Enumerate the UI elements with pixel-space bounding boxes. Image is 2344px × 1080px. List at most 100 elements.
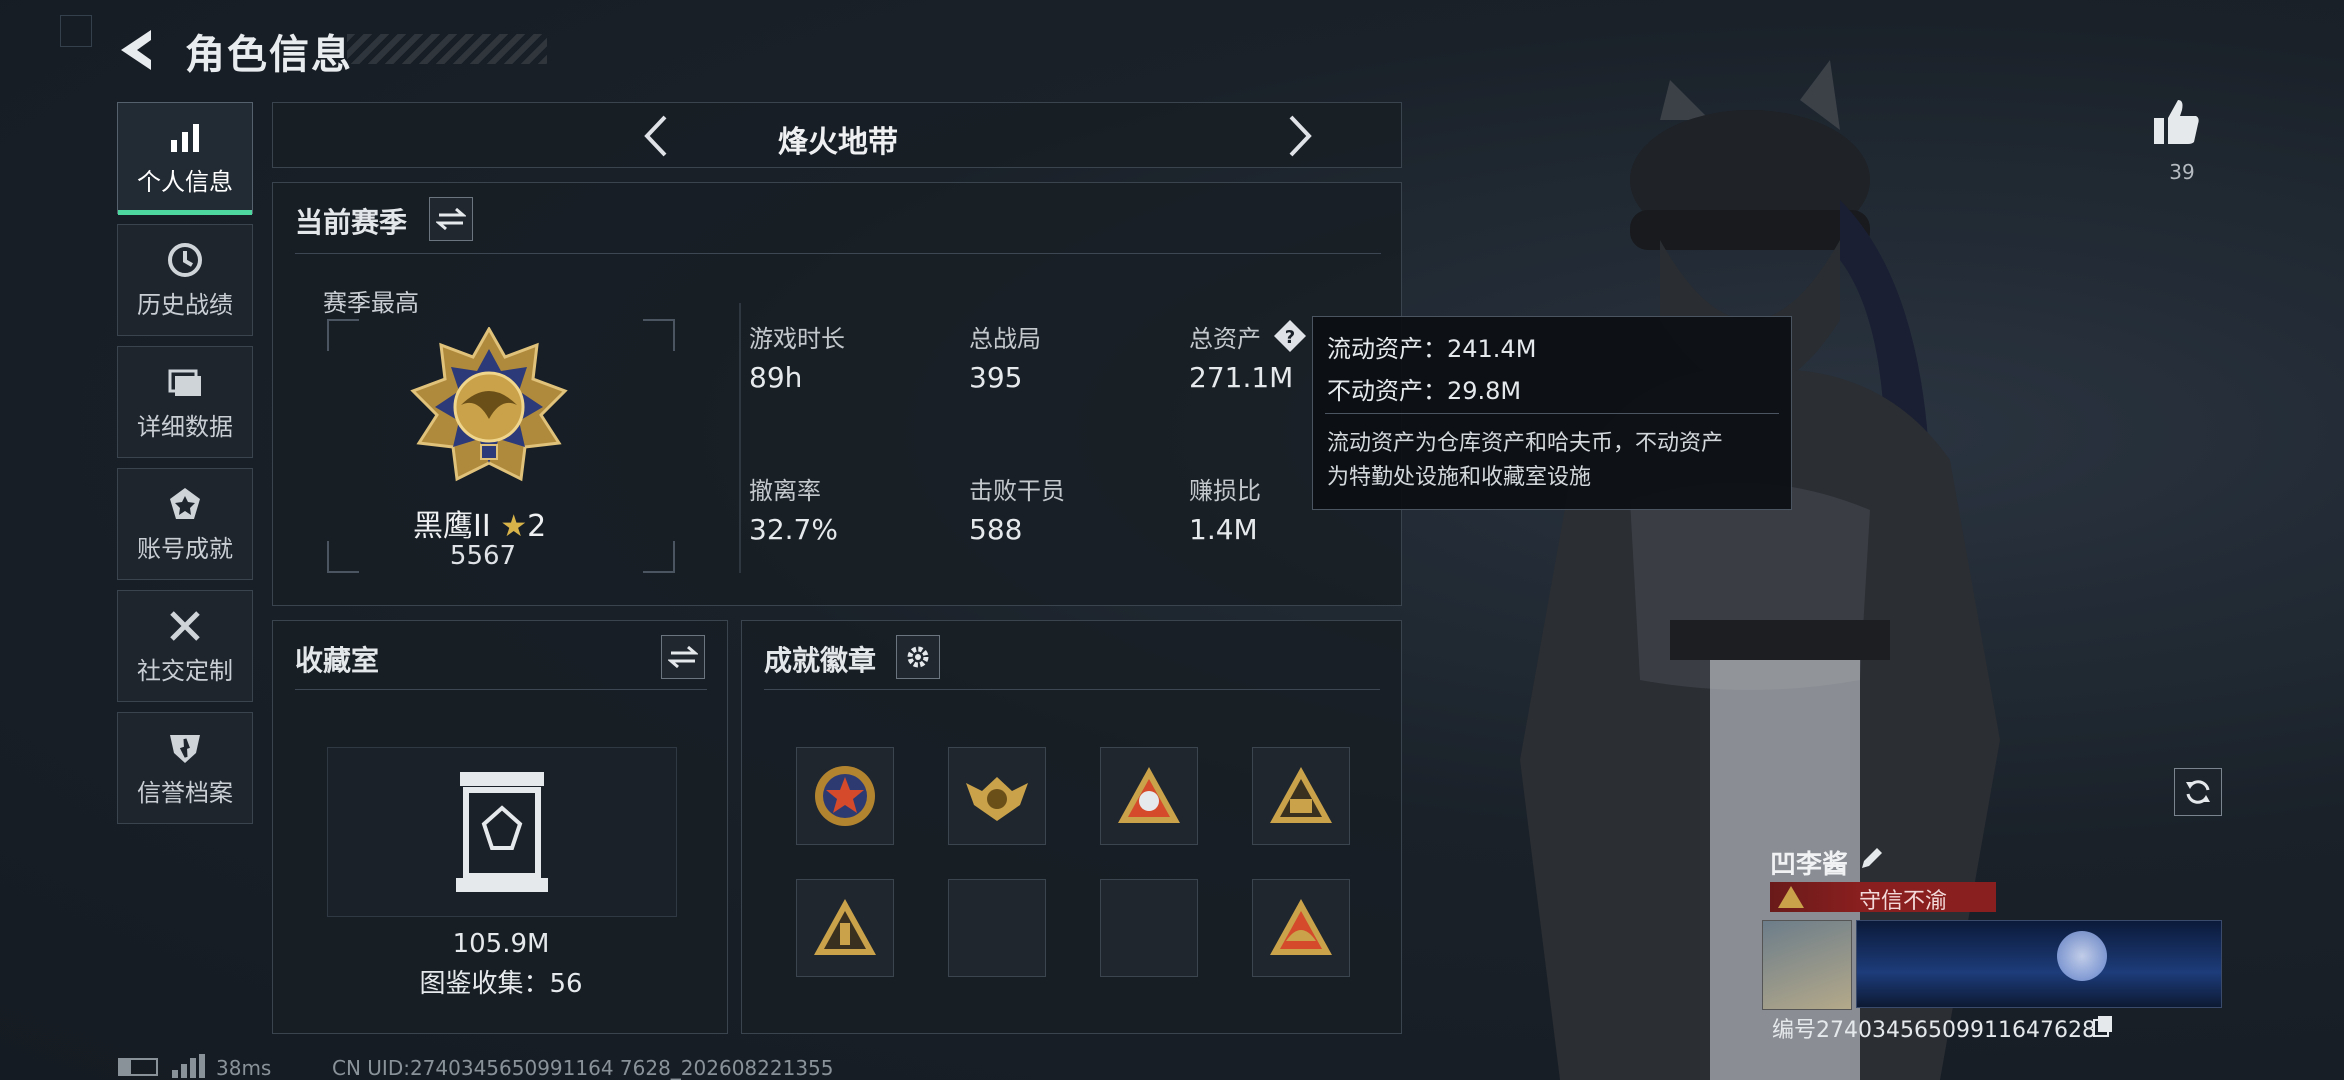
ping-text: 38ms bbox=[216, 1056, 272, 1080]
nav-label: 详细数据 bbox=[137, 412, 233, 441]
like-button[interactable] bbox=[2150, 96, 2210, 156]
player-name: 凹李酱 bbox=[1770, 850, 1849, 880]
tooltip-fixed: 不动资产：29.8M bbox=[1327, 377, 1522, 405]
nav-reputation[interactable]: 信誉档案 bbox=[117, 712, 253, 824]
badge-star-icon bbox=[815, 766, 875, 826]
thumbs-up-icon bbox=[2154, 100, 2199, 144]
folder-icon bbox=[168, 369, 201, 396]
title-badge-text: 守信不渝 bbox=[1858, 889, 1947, 914]
rotate-button[interactable] bbox=[2174, 768, 2222, 816]
moon-decoration bbox=[2057, 931, 2107, 981]
badges-title: 成就徽章 bbox=[764, 644, 877, 677]
frame-corner bbox=[643, 319, 675, 351]
player-id: 编号2740345650991164762​8 bbox=[1772, 1018, 2096, 1043]
edit-name-button[interactable] bbox=[1858, 844, 1888, 874]
badge-slot-empty[interactable] bbox=[1100, 879, 1198, 977]
frame-corner bbox=[327, 319, 359, 351]
stat-label: 击败干员 bbox=[969, 477, 1065, 505]
stat-label: 撤离率 bbox=[749, 477, 821, 505]
nav-label: 社交定制 bbox=[137, 656, 233, 685]
pencil-icon bbox=[1862, 848, 1882, 868]
badge-slot[interactable] bbox=[1252, 879, 1350, 977]
divider bbox=[739, 303, 741, 573]
svg-text:?: ? bbox=[1285, 327, 1295, 348]
badge-slot[interactable] bbox=[1100, 747, 1198, 845]
stat-value: 395 bbox=[969, 361, 1023, 394]
signal-icon bbox=[172, 1054, 205, 1078]
header: 角色信息 bbox=[115, 20, 575, 80]
nav-label: 信誉档案 bbox=[137, 778, 233, 807]
history-icon bbox=[168, 242, 202, 277]
season-title: 当前赛季 bbox=[295, 206, 408, 239]
nav-social-custom[interactable]: 社交定制 bbox=[117, 590, 253, 702]
reputation-icon bbox=[170, 734, 200, 763]
nav-label: 个人信息 bbox=[137, 167, 233, 196]
collection-count: 图鉴收集：56 bbox=[419, 969, 583, 999]
player-card: 凹李酱 守信不渝 编号2740345650991164762​8 bbox=[1762, 838, 2222, 1048]
tooltip-desc-line2: 为特勤处设施和收藏室设施 bbox=[1327, 465, 1592, 490]
badge-squad-icon bbox=[1270, 767, 1332, 823]
badge-eagle-icon bbox=[966, 777, 1028, 821]
active-indicator bbox=[118, 210, 252, 215]
like-count: 39 bbox=[2169, 160, 2195, 184]
star-icon: ★ bbox=[500, 509, 528, 544]
badge-slot[interactable] bbox=[1252, 747, 1350, 845]
divider bbox=[764, 689, 1380, 690]
nav-label: 账号成就 bbox=[137, 534, 233, 563]
corner-decoration bbox=[60, 15, 92, 47]
rank-score: 5567 bbox=[449, 541, 517, 571]
rank-name: 黑鹰II ★2 bbox=[413, 501, 546, 545]
divider bbox=[1325, 413, 1779, 414]
badge-slot[interactable] bbox=[796, 879, 894, 977]
divider bbox=[295, 253, 1381, 254]
nav-label: 历史战绩 bbox=[137, 290, 233, 319]
avatar[interactable] bbox=[1762, 920, 1852, 1010]
collection-value: 105.9M bbox=[452, 929, 550, 959]
collection-display[interactable] bbox=[327, 747, 677, 917]
back-button[interactable] bbox=[115, 26, 163, 74]
tooltip-liquid: 流动资产：241.4M bbox=[1327, 335, 1537, 363]
stat-value: 1.4M bbox=[1189, 513, 1258, 546]
rank-name-text: 黑鹰II bbox=[413, 509, 491, 544]
gear-icon bbox=[907, 646, 929, 668]
tools-icon bbox=[170, 610, 200, 641]
asset-help-button[interactable]: ? bbox=[1273, 319, 1307, 353]
page-title: 角色信息 bbox=[185, 32, 353, 78]
stat-value: 271.1M bbox=[1189, 361, 1294, 394]
season-switch-button[interactable] bbox=[429, 197, 473, 241]
question-icon: ? bbox=[1274, 320, 1306, 352]
title-badge: 守信不渝 bbox=[1770, 882, 1996, 914]
nav-personal-info[interactable]: 个人信息 bbox=[117, 102, 253, 215]
swap-icon bbox=[436, 207, 466, 231]
rank-medal-icon bbox=[410, 327, 568, 482]
divider bbox=[295, 689, 707, 690]
copy-icon bbox=[2093, 1016, 2112, 1037]
collection-title: 收藏室 bbox=[295, 644, 380, 677]
back-arrow-icon bbox=[121, 30, 151, 70]
badge-helmet-icon bbox=[1270, 899, 1332, 955]
badge-slot-empty[interactable] bbox=[948, 879, 1046, 977]
season-panel: 当前赛季 赛季最高 黑鹰II ★2 5567 游戏时长 89h 总战局 395 … bbox=[272, 182, 1402, 606]
tooltip-desc-line1: 流动资产为仓库资产和哈夫币，不动资产 bbox=[1327, 431, 1724, 456]
badges-settings-button[interactable] bbox=[896, 635, 940, 679]
refresh-icon bbox=[2186, 780, 2210, 804]
next-mode-button[interactable] bbox=[1273, 111, 1323, 161]
stat-label: 总战局 bbox=[969, 325, 1041, 353]
bar-chart-icon bbox=[171, 123, 199, 152]
title-badge-icon bbox=[1778, 886, 1804, 908]
collection-switch-button[interactable] bbox=[661, 635, 705, 679]
name-card-banner[interactable] bbox=[1856, 920, 2222, 1008]
battery-icon bbox=[118, 1058, 158, 1076]
stat-value: 588 bbox=[969, 513, 1023, 546]
uid-text: CN UID:2740345650991164 7628_20260822135… bbox=[332, 1056, 834, 1080]
badge-slot[interactable] bbox=[948, 747, 1046, 845]
mode-selector: 烽火地带 bbox=[272, 102, 1402, 168]
stat-value: 32.7% bbox=[749, 513, 838, 546]
nav-history[interactable]: 历史战绩 bbox=[117, 224, 253, 336]
swap-icon bbox=[668, 645, 698, 669]
nav-achievements[interactable]: 账号成就 bbox=[117, 468, 253, 580]
nav-detailed-data[interactable]: 详细数据 bbox=[117, 346, 253, 458]
asset-tooltip: 流动资产：241.4M 不动资产：29.8M 流动资产为仓库资产和哈夫币，不动资… bbox=[1312, 316, 1792, 510]
badge-slot[interactable] bbox=[796, 747, 894, 845]
copy-id-button[interactable] bbox=[2092, 1014, 2114, 1038]
